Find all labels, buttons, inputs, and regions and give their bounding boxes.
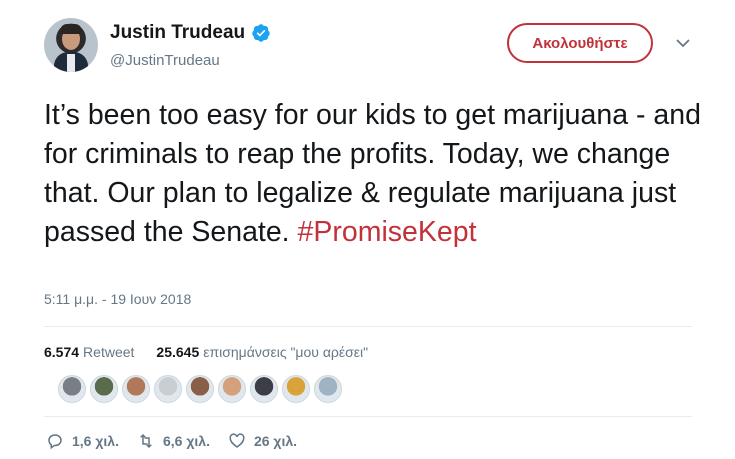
reply-icon[interactable] — [46, 432, 64, 450]
reply-action[interactable]: 1,6 χιλ. — [46, 432, 119, 450]
liker-avatar[interactable] — [314, 375, 342, 403]
tweet-header: Justin Trudeau @JustinTrudeau Ακολουθήστ… — [44, 18, 704, 80]
retweet-icon[interactable] — [137, 432, 155, 450]
heart-icon[interactable] — [228, 432, 246, 450]
retweet-action[interactable]: 6,6 χιλ. — [137, 432, 210, 450]
display-name[interactable]: Justin Trudeau — [110, 22, 245, 44]
tweet-timestamp[interactable]: 5:11 μ.μ. - 19 Ιουν 2018 — [44, 291, 191, 307]
verified-badge-icon — [252, 24, 270, 42]
tweet-text: It’s been too easy for our kids to get m… — [44, 96, 704, 252]
liker-avatar[interactable] — [90, 375, 118, 403]
hashtag-link[interactable]: #PromiseKept — [298, 216, 477, 248]
retweet-label[interactable]: Retweet — [83, 344, 134, 360]
liker-avatar[interactable] — [282, 375, 310, 403]
like-action-count: 26 χιλ. — [253, 433, 298, 449]
like-action[interactable]: 26 χιλ. — [228, 432, 297, 450]
liker-avatar[interactable] — [186, 375, 214, 403]
like-count[interactable]: 25.645 — [156, 344, 199, 360]
liker-avatar[interactable] — [58, 375, 86, 403]
liker-avatar[interactable] — [250, 375, 278, 403]
like-label[interactable]: επισημάνσεις "μου αρέσει" — [203, 344, 368, 360]
liker-avatar[interactable] — [218, 375, 246, 403]
avatar[interactable] — [44, 18, 98, 72]
reply-count: 1,6 χιλ. — [72, 433, 119, 449]
follow-button[interactable]: Ακολουθήστε — [507, 23, 653, 63]
name-row: Justin Trudeau — [110, 22, 271, 44]
divider — [44, 326, 692, 327]
liker-avatars — [58, 375, 342, 403]
liker-avatar[interactable] — [154, 375, 182, 403]
chevron-down-icon[interactable] — [676, 38, 690, 48]
tweet-stats: 6.574 Retweet 25.645 επισημάνσεις "μου α… — [44, 344, 368, 360]
user-handle[interactable]: @JustinTrudeau — [110, 52, 220, 69]
liker-avatar[interactable] — [122, 375, 150, 403]
tweet-actions: 1,6 χιλ. 6,6 χιλ. 26 χιλ. — [46, 432, 315, 450]
divider — [44, 416, 692, 417]
retweet-action-count: 6,6 χιλ. — [162, 433, 210, 449]
retweet-count[interactable]: 6.574 — [44, 344, 79, 360]
